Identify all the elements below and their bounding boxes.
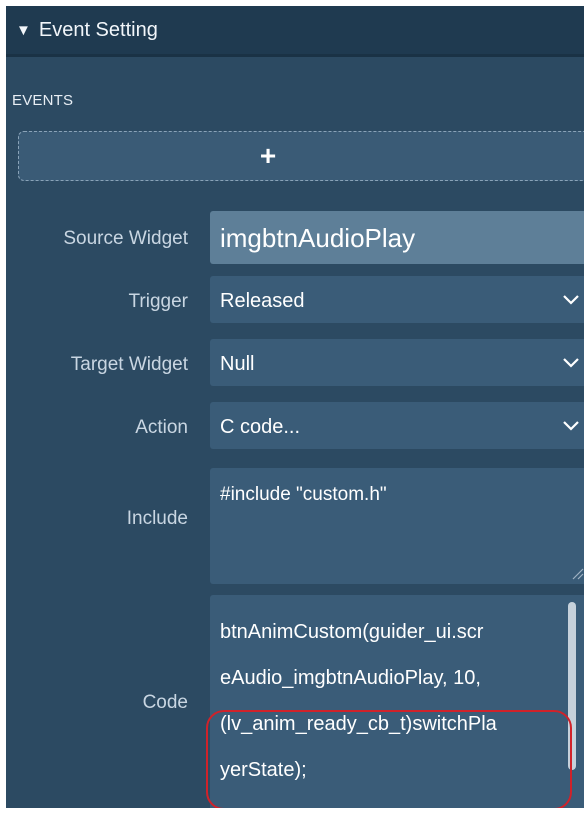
source-widget-value: imgbtnAudioPlay (220, 223, 416, 253)
include-label: Include (126, 508, 188, 529)
include-value: #include "custom.h" (220, 484, 387, 505)
events-section-label: EVENTS (12, 92, 74, 109)
code-line: eAudio_imgbtnAudioPlay, 10, (220, 667, 481, 689)
annotation-highlight (206, 710, 572, 808)
action-label: Action (135, 417, 188, 438)
resize-handle-icon[interactable] (570, 566, 584, 580)
action-value: C code... (220, 416, 301, 438)
add-event-button[interactable]: + (18, 131, 584, 181)
chevron-down-icon[interactable] (560, 414, 582, 436)
action-select[interactable]: C code... (210, 402, 584, 449)
target-widget-select[interactable]: Null (210, 339, 584, 386)
event-setting-header[interactable]: ▼ Event Setting (6, 6, 584, 57)
header-title: Event Setting (38, 18, 158, 41)
include-textarea[interactable]: #include "custom.h" (210, 468, 584, 584)
trigger-select[interactable]: Released (210, 276, 584, 323)
event-setting-panel: ▼ Event Setting EVENTS + Source Widget i… (6, 6, 584, 808)
code-label: Code (142, 692, 188, 713)
triangle-down-icon[interactable]: ▼ (16, 22, 31, 39)
chevron-down-icon[interactable] (560, 351, 582, 373)
chevron-down-icon[interactable] (560, 288, 582, 310)
trigger-value: Released (220, 290, 305, 312)
target-widget-label: Target Widget (70, 354, 188, 375)
source-widget-label: Source Widget (63, 228, 188, 249)
target-widget-value: Null (220, 353, 255, 375)
source-widget-field[interactable]: imgbtnAudioPlay (210, 211, 584, 264)
code-line: btnAnimCustom(guider_ui.scr (220, 621, 484, 643)
trigger-label: Trigger (128, 291, 188, 312)
